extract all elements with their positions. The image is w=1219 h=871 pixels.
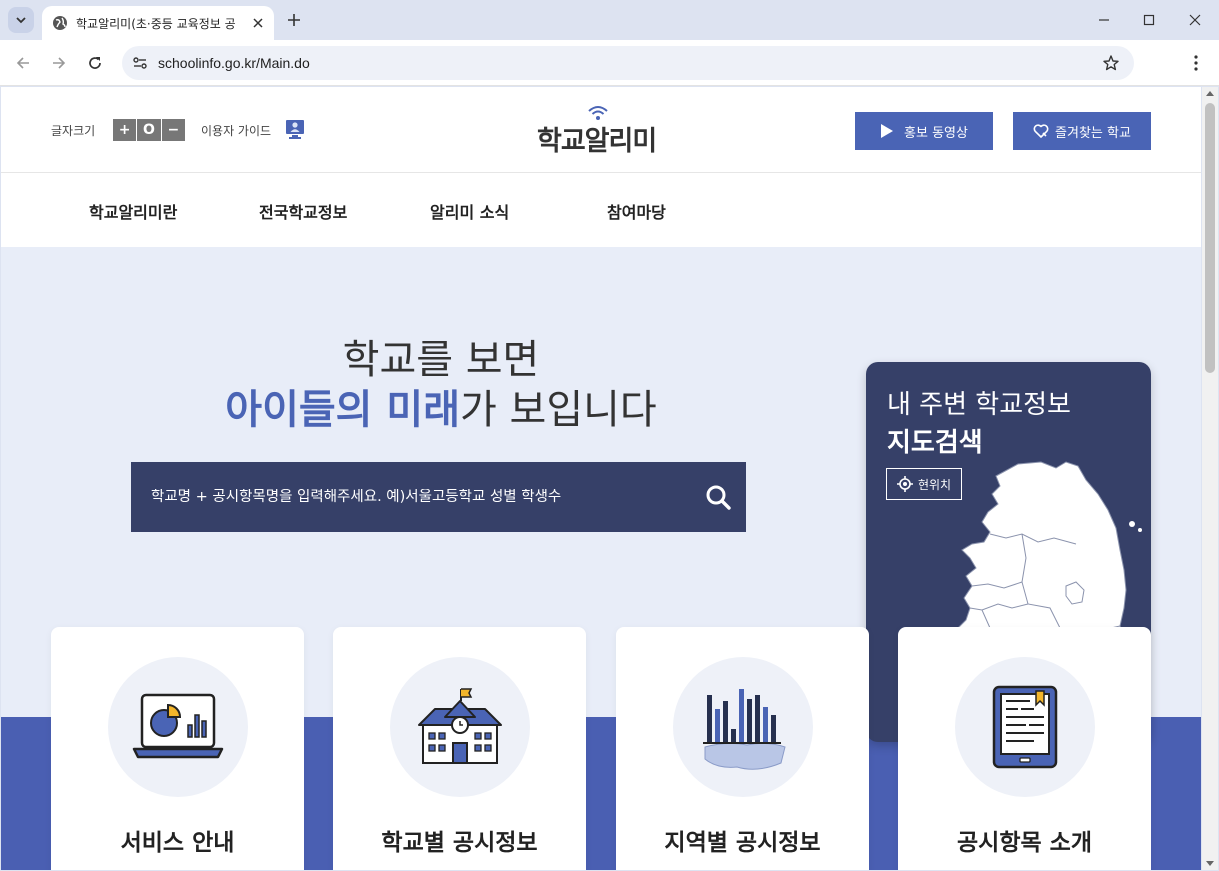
chevron-down-icon: [16, 17, 26, 24]
promo-video-label: 홍보 동영상: [904, 125, 968, 141]
nav-item-news[interactable]: 알리미 소식: [430, 199, 509, 223]
card-icon-circle: [390, 657, 530, 797]
minimize-button[interactable]: [1094, 10, 1114, 30]
arrow-left-icon: [16, 57, 29, 69]
search-icon[interactable]: [704, 483, 732, 511]
service-guide-card[interactable]: 서비스 안내: [51, 627, 304, 870]
favorite-schools-button[interactable]: 즐겨찾는 학교: [1013, 112, 1151, 150]
school-disclosure-label: 학교별 공시정보: [381, 830, 538, 856]
reload-button[interactable]: [84, 52, 106, 74]
font-size-controls: + O −: [113, 119, 185, 141]
card-icon-circle: [955, 657, 1095, 797]
tab-search-button[interactable]: [8, 7, 34, 33]
bookmark-star-icon[interactable]: [1102, 54, 1120, 72]
site-header: 글자크기 + O − 이용자 가이드 학교알리미 홍보 동영상 즐겨찾는 학교: [1, 87, 1201, 173]
regional-disclosure-label: 지역별 공시정보: [664, 830, 821, 856]
browser-menu-button[interactable]: [1186, 52, 1206, 74]
favorite-schools-label: 즐겨찾는 학교: [1055, 125, 1131, 141]
font-reset-button[interactable]: O: [137, 119, 162, 141]
map-card-subtitle: 지도검색: [887, 428, 983, 458]
web-page: 글자크기 + O − 이용자 가이드 학교알리미 홍보 동영상 즐겨찾는 학교 …: [1, 87, 1201, 870]
school-building-icon: [418, 688, 502, 764]
maximize-icon: [1143, 14, 1155, 26]
hero-title-rest: 가 보입니다: [460, 387, 657, 433]
tablet-document-icon: [992, 685, 1058, 769]
close-icon: [1189, 14, 1201, 26]
page-scrollbar[interactable]: [1202, 87, 1218, 870]
heart-icon: [1033, 124, 1049, 138]
play-icon: [881, 124, 894, 138]
close-window-button[interactable]: [1185, 10, 1205, 30]
font-size-label: 글자크기: [51, 124, 96, 138]
arrow-right-icon: [53, 57, 66, 69]
main-navigation: 학교알리미란 전국학교정보 알리미 소식 참여마당: [1, 173, 1201, 247]
user-guide-link[interactable]: 이용자 가이드: [201, 122, 271, 139]
scroll-up-arrow-icon[interactable]: [1206, 91, 1214, 96]
font-decrease-button[interactable]: −: [162, 119, 185, 141]
maximize-button[interactable]: [1139, 10, 1159, 30]
site-logo[interactable]: 학교알리미: [537, 105, 667, 157]
address-bar[interactable]: schoolinfo.go.kr/Main.do: [122, 46, 1134, 80]
disclosure-items-card[interactable]: 공시항목 소개: [898, 627, 1151, 870]
nav-item-about[interactable]: 학교알리미란: [89, 199, 177, 223]
disclosure-items-label: 공시항목 소개: [957, 830, 1092, 856]
school-search-bar: [131, 462, 746, 532]
hero-section: 학교를 보면 아이들의 미래가 보입니다 내 주변 학교정보 지도검색 현위치: [1, 247, 1201, 870]
regional-bar-chart-icon: [703, 689, 786, 770]
font-increase-button[interactable]: +: [113, 119, 138, 141]
tab-title: 학교알리미(초·중등 교육정보 공: [76, 16, 236, 31]
forward-button[interactable]: [48, 52, 70, 74]
card-icon-circle: [108, 657, 248, 797]
nav-item-school-info[interactable]: 전국학교정보: [259, 199, 347, 223]
school-search-input[interactable]: [151, 489, 691, 505]
globe-icon: [52, 15, 68, 31]
reload-icon: [89, 57, 101, 69]
browser-titlebar: 학교알리미(초·중등 교육정보 공: [0, 0, 1219, 40]
laptop-chart-icon: [132, 693, 224, 759]
scroll-down-arrow-icon[interactable]: [1206, 861, 1214, 866]
browser-toolbar: schoolinfo.go.kr/Main.do: [0, 40, 1219, 86]
map-card-title: 내 주변 학교정보: [887, 390, 1071, 420]
minimize-icon: [1099, 19, 1109, 21]
promo-video-button[interactable]: 홍보 동영상: [855, 112, 993, 150]
back-button[interactable]: [12, 52, 34, 74]
hero-title-highlight: 아이들의 미래: [225, 387, 460, 433]
nav-item-participation[interactable]: 참여마당: [607, 199, 666, 223]
site-settings-icon[interactable]: [132, 55, 148, 71]
more-vertical-icon: [1194, 55, 1198, 71]
browser-tab[interactable]: 학교알리미(초·중등 교육정보 공: [42, 6, 274, 40]
crosshair-icon: [896, 476, 913, 492]
plus-icon: [288, 14, 300, 26]
close-tab-icon[interactable]: [250, 15, 266, 31]
card-icon-circle: [673, 657, 813, 797]
logo-text: 학교알리미: [537, 126, 657, 157]
new-tab-button[interactable]: [284, 10, 304, 30]
url-text: schoolinfo.go.kr/Main.do: [158, 55, 310, 71]
monitor-user-icon[interactable]: [284, 118, 306, 140]
regional-disclosure-card[interactable]: 지역별 공시정보: [616, 627, 869, 870]
service-guide-label: 서비스 안내: [120, 830, 235, 856]
school-disclosure-card[interactable]: 학교별 공시정보: [333, 627, 586, 870]
hero-title-line2: 아이들의 미래가 보입니다: [1, 377, 881, 435]
scroll-thumb[interactable]: [1205, 103, 1215, 373]
